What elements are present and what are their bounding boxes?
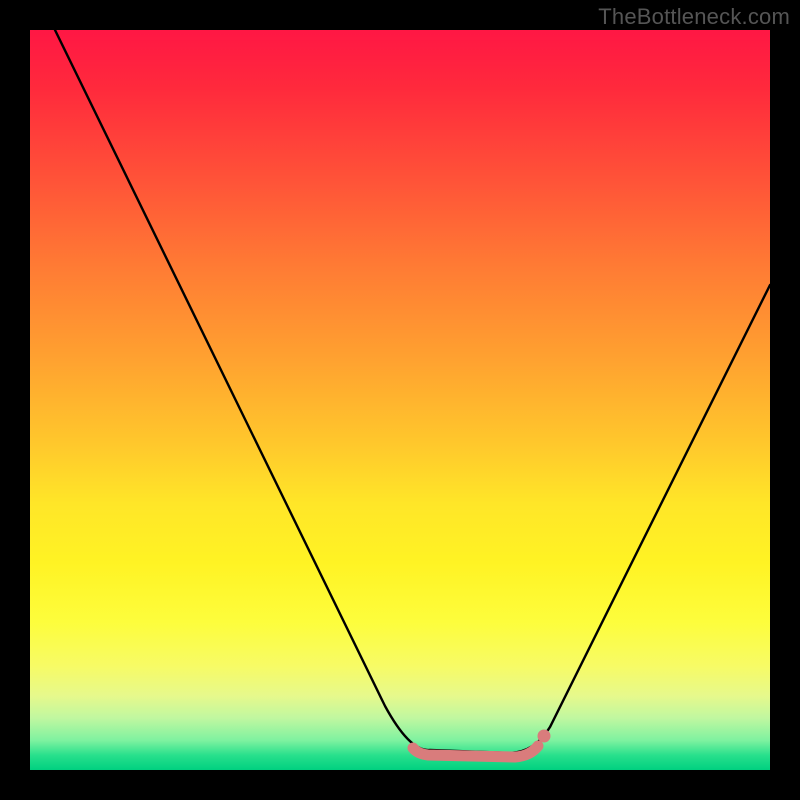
bottleneck-curve <box>55 30 770 753</box>
chart-frame: TheBottleneck.com <box>0 0 800 800</box>
curve-layer <box>30 30 770 770</box>
watermark-text: TheBottleneck.com <box>598 4 790 30</box>
plot-area <box>30 30 770 770</box>
highlight-end-dot <box>538 730 551 743</box>
optimal-range-highlight <box>413 746 538 757</box>
